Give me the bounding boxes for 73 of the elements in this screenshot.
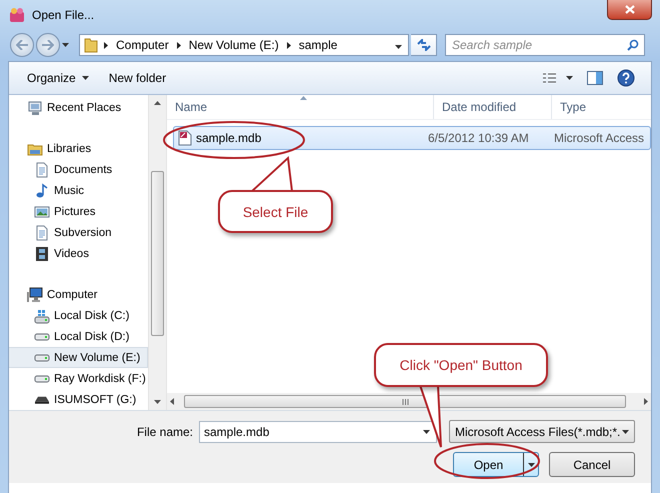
breadcrumb-item[interactable]: New Volume (E:): [186, 38, 281, 52]
sidebar-item[interactable]: Ray Workdisk (F:): [9, 368, 148, 389]
column-header[interactable]: Date modified: [434, 95, 552, 119]
sidebar-item[interactable]: Local Disk (D:): [9, 326, 148, 347]
toolbar-button[interactable]: New folder: [100, 68, 174, 88]
breadcrumb-arrow-icon: [286, 42, 291, 48]
sidebar-item[interactable]: Libraries: [9, 138, 148, 159]
sidebar-item[interactable]: Subversion: [9, 222, 148, 243]
folder-icon: [84, 37, 98, 53]
database-file-icon: [178, 130, 192, 146]
toolbar-button[interactable]: Organize: [19, 68, 97, 88]
dropdown-caret-icon: [528, 462, 534, 466]
view-options-icon[interactable]: [543, 73, 573, 83]
search-icon: [627, 39, 639, 51]
dropdown-caret-icon: [395, 45, 402, 49]
breadcrumb-item[interactable]: Computer: [114, 38, 171, 52]
breadcrumb-arrow-icon: [104, 42, 108, 48]
sidebar-item[interactable]: ISUMSOFT (G:): [9, 389, 148, 410]
pictures-icon: [34, 204, 50, 220]
help-icon[interactable]: [617, 69, 635, 87]
forward-arrow-icon: [42, 40, 54, 50]
file-type-dropdown[interactable]: Microsoft Access Files(*.mdb;*.: [449, 420, 635, 443]
sidebar-item[interactable]: Videos: [9, 243, 148, 264]
column-header[interactable]: Name: [167, 95, 434, 119]
preview-pane-icon[interactable]: [587, 71, 603, 85]
scroll-left-icon: [170, 398, 174, 405]
computer-icon: [27, 286, 43, 302]
sidebar-item[interactable]: Documents: [9, 159, 148, 180]
horizontal-scrollbar[interactable]: [167, 393, 651, 410]
search-field[interactable]: Search sample: [445, 34, 645, 56]
breadcrumb-arrow-icon: [176, 42, 181, 48]
cancel-button[interactable]: Cancel: [549, 452, 635, 477]
forward-button[interactable]: [36, 33, 60, 57]
system-disk-icon: [34, 308, 50, 324]
sort-arrow-icon: [300, 96, 307, 100]
sidebar-item[interactable]: Music: [9, 180, 148, 201]
history-caret-icon: [62, 43, 69, 47]
file-row[interactable]: sample.mdb 6/5/2012 10:39 AM Microsoft Access: [173, 126, 651, 150]
document-icon: [34, 162, 50, 178]
removable-icon: [34, 396, 50, 404]
dropdown-caret-icon: [622, 430, 629, 434]
recent-icon: [27, 100, 43, 116]
sidebar-item[interactable]: Recent Places: [9, 97, 148, 118]
address-bar[interactable]: Computer New Volume (E:) sample: [79, 34, 409, 56]
videos-icon: [34, 246, 50, 262]
date-cell-text: 6/5/2012 10:39 AM: [427, 131, 530, 145]
window-title: Open File...: [32, 8, 94, 22]
breadcrumb-item[interactable]: sample: [296, 38, 340, 52]
close-button[interactable]: [607, 0, 652, 20]
open-button[interactable]: Open: [453, 452, 539, 477]
file-name: sample.mdb: [196, 131, 262, 145]
type-cell-text: Microsoft Access: [553, 131, 646, 145]
scroll-down-icon: [154, 400, 161, 404]
vertical-scrollbar[interactable]: [148, 95, 166, 410]
dropdown-caret-icon: [423, 430, 430, 434]
app-icon: [8, 6, 26, 24]
sidebar-item[interactable]: Pictures: [9, 201, 148, 222]
sidebar-item[interactable]: Local Disk (C:): [9, 305, 148, 326]
column-header[interactable]: Type: [552, 95, 651, 119]
document-icon: [34, 224, 50, 240]
back-arrow-icon: [16, 40, 28, 50]
refresh-button[interactable]: [411, 34, 437, 56]
scroll-up-icon: [154, 101, 161, 105]
sidebar-item[interactable]: Computer: [9, 284, 148, 305]
caret-icon: [82, 76, 89, 80]
refresh-arrows-icon: [416, 39, 430, 51]
scroll-right-icon: [644, 398, 648, 405]
back-button[interactable]: [10, 33, 34, 57]
music-icon: [34, 182, 50, 198]
close-icon: [624, 5, 634, 14]
file-name-label: File name:: [136, 424, 193, 438]
sidebar-item[interactable]: New Volume (E:): [9, 347, 148, 368]
grip-icon: [402, 398, 408, 404]
